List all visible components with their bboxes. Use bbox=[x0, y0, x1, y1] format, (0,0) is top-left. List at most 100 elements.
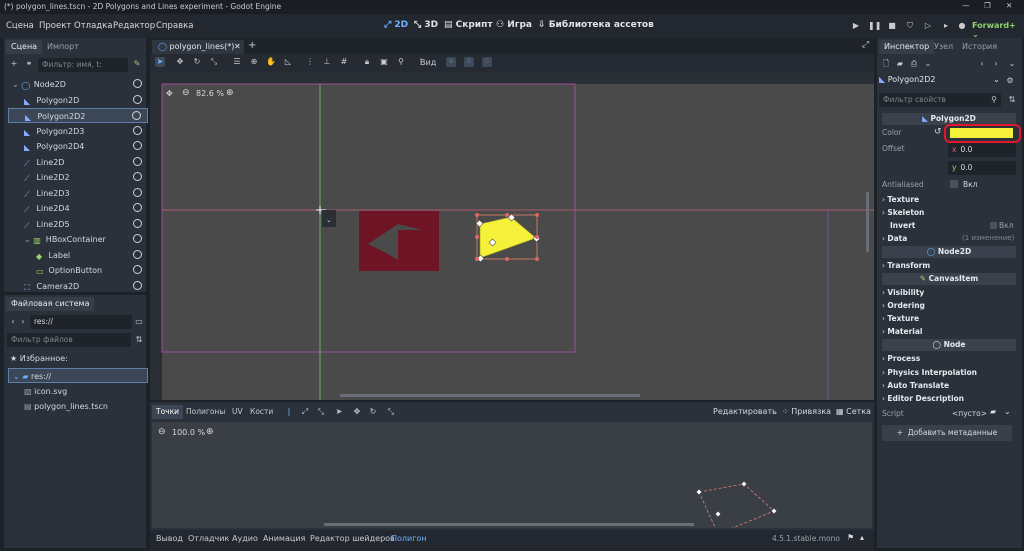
canvas-texture-group[interactable]: › Texture bbox=[882, 312, 1018, 325]
texture-group[interactable]: › Texture bbox=[882, 193, 1018, 206]
visibility-eye-icon[interactable] bbox=[133, 280, 142, 290]
distraction-free-icon[interactable]: ⤢ bbox=[862, 40, 869, 50]
tab-debugger[interactable]: Отладчик bbox=[188, 534, 229, 543]
menu-project[interactable]: Проект bbox=[39, 21, 71, 31]
back-icon[interactable]: ‹ bbox=[8, 317, 18, 327]
visibility-eye-icon[interactable] bbox=[133, 79, 142, 88]
physics-interpolation-group[interactable]: › Physics Interpolation bbox=[882, 366, 1018, 379]
scale-points-icon[interactable]: ⤡ bbox=[316, 407, 326, 417]
keyframe-scale-icon[interactable]: ⁘ bbox=[482, 57, 492, 67]
ruler-tool-icon[interactable]: ◺ bbox=[283, 57, 293, 67]
keyframe-pos-icon[interactable]: ⁘ bbox=[446, 57, 456, 67]
folder-icon[interactable]: ▰ bbox=[990, 407, 996, 416]
scene-node-polygon2d4[interactable]: ◣ Polygon2D4 bbox=[8, 139, 148, 154]
visibility-eye-icon[interactable] bbox=[133, 249, 142, 259]
view-menu[interactable]: Вид bbox=[420, 58, 436, 67]
offset-x-field[interactable]: x 0.0 bbox=[948, 143, 1016, 157]
link-icon[interactable]: ⚭ bbox=[24, 59, 34, 69]
close-window-button[interactable]: ✕ bbox=[1006, 1, 1012, 10]
add-node-icon[interactable]: + bbox=[9, 59, 19, 69]
snap-options-icon[interactable]: ⋮ bbox=[305, 57, 315, 67]
select-tool-icon[interactable]: ➤ bbox=[155, 57, 165, 67]
tab-inspector[interactable]: Инспектор bbox=[879, 40, 935, 54]
polygon-editor-canvas[interactable]: ⊖ 100.0 % ⊕ bbox=[152, 422, 872, 528]
scene-node-line2d4[interactable]: ⟋ Line2D4 bbox=[8, 201, 148, 216]
zoom-level[interactable]: 82.6 % bbox=[196, 89, 224, 98]
maximize-button[interactable]: ❐ bbox=[984, 1, 991, 10]
forward-icon[interactable]: › bbox=[18, 317, 28, 327]
rotate-points-icon[interactable]: ⤢ bbox=[300, 407, 310, 417]
move-tool-icon[interactable]: ✥ bbox=[175, 57, 185, 67]
scene-node-line2d2[interactable]: ⟋ Line2D2 bbox=[8, 170, 148, 185]
zoom-in-button[interactable]: ⊕ bbox=[226, 88, 234, 98]
save-resource-icon[interactable]: ⎙ bbox=[909, 59, 919, 69]
node-menu-icon[interactable]: ⌄ bbox=[993, 73, 1000, 87]
new-resource-icon[interactable]: 🗋︎ bbox=[881, 59, 891, 69]
tab-filesystem[interactable]: Файловая система bbox=[6, 297, 95, 311]
grid-snap-icon[interactable]: # bbox=[339, 57, 349, 67]
menu-scene[interactable]: Сцена bbox=[6, 21, 34, 31]
tab-scene[interactable]: Сцена bbox=[6, 40, 43, 54]
visibility-eye-icon[interactable] bbox=[133, 218, 142, 228]
transform-group[interactable]: › Transform bbox=[882, 259, 1018, 272]
tab-audio[interactable]: Аудио bbox=[232, 534, 258, 543]
viewport-2d[interactable]: ⌄ ✥ ⊖ 82.6 % ⊕ bbox=[150, 72, 874, 400]
scene-node-label[interactable]: ◆ Label bbox=[8, 248, 148, 263]
minimize-button[interactable]: — bbox=[962, 1, 970, 10]
notification-icon[interactable]: ⚑ bbox=[847, 533, 854, 542]
auto-translate-group[interactable]: › Auto Translate bbox=[882, 379, 1018, 392]
split-view-icon[interactable]: ▭ bbox=[134, 317, 144, 327]
script-attach-icon[interactable]: ✎ bbox=[132, 59, 142, 69]
menu-help[interactable]: Справка bbox=[156, 21, 193, 31]
move-points-icon[interactable]: | bbox=[284, 407, 294, 417]
tab-import[interactable]: Импорт bbox=[42, 40, 84, 54]
scene-node-polygon2d3[interactable]: ◣ Polygon2D3 bbox=[8, 124, 148, 139]
visibility-group[interactable]: › Visibility bbox=[882, 286, 1018, 299]
tab-uv[interactable]: UV bbox=[228, 405, 247, 419]
sort-icon[interactable]: ⇅ bbox=[134, 335, 144, 345]
tab-animation[interactable]: Анимация bbox=[263, 534, 305, 543]
scene-filter-input[interactable]: Фильтр: имя, t: bbox=[38, 58, 128, 72]
visibility-eye-icon[interactable] bbox=[133, 265, 142, 274]
visibility-eye-icon[interactable] bbox=[133, 172, 142, 181]
tab-output[interactable]: Вывод bbox=[156, 534, 183, 543]
offset-y-field[interactable]: y 0.0 bbox=[948, 161, 1016, 175]
scene-node-optionbutton[interactable]: ▭ OptionButton bbox=[8, 263, 148, 278]
visibility-eye-icon[interactable] bbox=[133, 125, 142, 135]
play-scene-icon[interactable]: ▷ bbox=[922, 20, 934, 31]
tab-points[interactable]: Точки bbox=[152, 405, 184, 419]
property-filter-input[interactable]: Фильтр свойств bbox=[879, 93, 1001, 107]
remote-debug-icon[interactable]: ⛉ bbox=[904, 20, 916, 31]
group-icon[interactable]: ▣ bbox=[379, 57, 389, 67]
expand-panel-icon[interactable]: ▴ bbox=[860, 533, 864, 542]
history-list-icon[interactable]: ⌄ bbox=[1007, 59, 1017, 69]
workspace-3d[interactable]: ⤡ 3D bbox=[414, 20, 438, 30]
scene-node-hboxcontainer[interactable]: ⌄ ▥ HBoxContainer bbox=[8, 232, 148, 247]
file-filter-input[interactable]: Фильтр файлов bbox=[7, 333, 131, 347]
play-custom-icon[interactable]: ▸ bbox=[940, 20, 952, 31]
sort-properties-icon[interactable]: ⇅ bbox=[1007, 95, 1017, 105]
renderer-select[interactable]: Forward+ ⌄ bbox=[972, 21, 1024, 39]
keyframe-rot-icon[interactable]: ⁘ bbox=[464, 57, 474, 67]
scene-node-camera2d[interactable]: ⛶ Camera2D bbox=[8, 279, 148, 294]
scene-node-polygon2d2[interactable]: ◣ Polygon2D2 bbox=[8, 108, 148, 123]
tab-shader-editor[interactable]: Редактор шейдеров bbox=[310, 534, 395, 543]
invert-checkbox[interactable]: Вкл bbox=[990, 219, 1013, 232]
workspace-game[interactable]: ⚇ Игра bbox=[496, 20, 532, 30]
workspace-script[interactable]: ▤ Скрипт bbox=[444, 20, 493, 30]
scale-tool-icon[interactable]: ⤡ bbox=[209, 57, 219, 67]
visibility-eye-icon[interactable] bbox=[132, 111, 141, 120]
workspace-assetlib[interactable]: ⇩ Библиотека ассетов bbox=[538, 20, 654, 30]
close-tab-icon[interactable]: ✕ bbox=[234, 40, 241, 54]
script-menu-icon[interactable]: ⌄ bbox=[1004, 407, 1011, 416]
movie-maker-icon[interactable]: ● bbox=[956, 20, 968, 31]
rotate-tool-icon[interactable]: ↻ bbox=[192, 57, 202, 67]
snap-toggle[interactable]: ⁘ Привязка bbox=[782, 407, 831, 416]
visibility-eye-icon[interactable] bbox=[133, 187, 142, 197]
pointer-icon[interactable]: ➤ bbox=[334, 407, 344, 417]
visibility-eye-icon[interactable] bbox=[133, 141, 142, 150]
visibility-eye-icon[interactable] bbox=[133, 203, 142, 212]
material-group[interactable]: › Material bbox=[882, 325, 1018, 338]
edit-menu[interactable]: Редактировать bbox=[713, 407, 777, 416]
tab-polygons[interactable]: Полигоны bbox=[182, 405, 229, 419]
